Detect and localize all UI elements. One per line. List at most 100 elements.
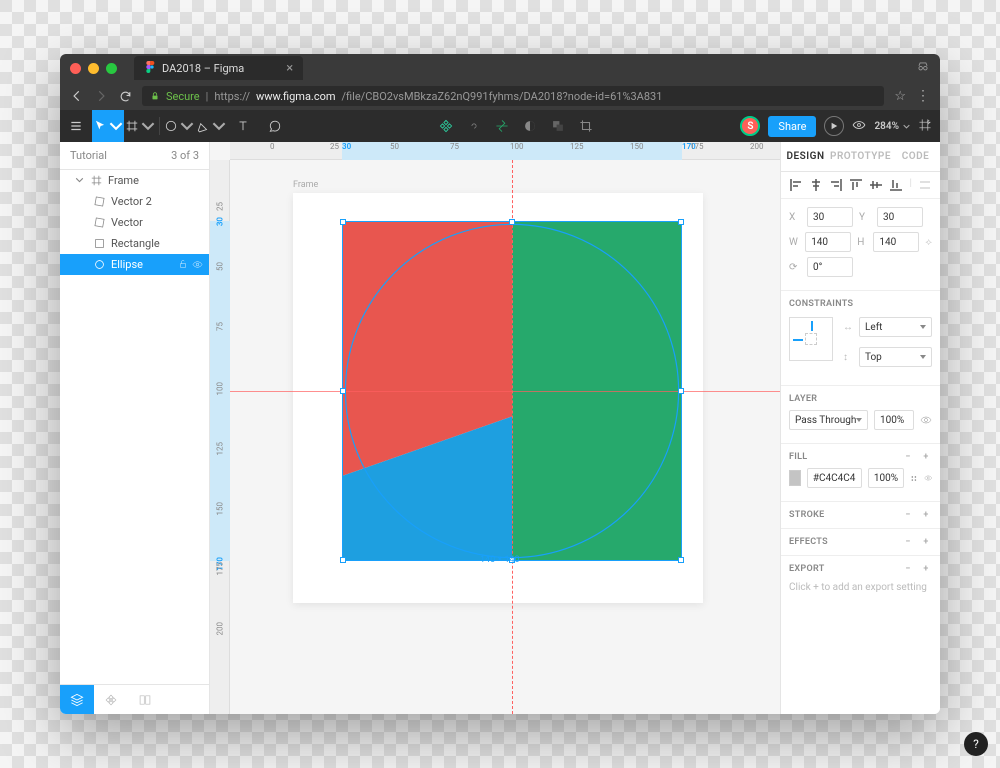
frame-label[interactable]: Frame	[293, 180, 318, 190]
layer-label: Vector 2	[111, 195, 152, 208]
user-avatar[interactable]: S	[740, 116, 760, 136]
star-icon[interactable]: ☆	[894, 89, 906, 104]
hamburger-menu-button[interactable]	[60, 110, 92, 142]
present-button[interactable]	[824, 116, 844, 136]
align-top-icon[interactable]	[849, 178, 863, 192]
export-remove-button[interactable]: −	[902, 564, 914, 574]
canvas[interactable]: Frame	[230, 160, 780, 714]
move-tool-button[interactable]	[92, 110, 124, 142]
y-input[interactable]	[877, 207, 923, 227]
fill-hex-input[interactable]	[807, 468, 862, 488]
page-title: Tutorial	[70, 149, 107, 162]
page-count[interactable]: 3 of 3	[171, 149, 199, 162]
constrain-proportions-icon[interactable]: ⟡	[925, 237, 932, 248]
layer-row-vector2[interactable]: Vector 2	[60, 191, 209, 212]
export-add-button[interactable]: +	[920, 564, 932, 574]
distribute-icon[interactable]	[918, 178, 932, 192]
constraints-title: CONSTRAINTS	[789, 299, 853, 309]
alignment-row: |	[781, 172, 940, 199]
zoom-value: 284%	[874, 121, 899, 132]
fill-opacity-input[interactable]	[868, 468, 904, 488]
assets-tab-button[interactable]	[94, 685, 128, 715]
align-icon[interactable]	[495, 119, 509, 133]
x-label: X	[789, 212, 801, 223]
layer-row-rectangle[interactable]: Rectangle	[60, 233, 209, 254]
effects-remove-button[interactable]: −	[902, 537, 914, 547]
fill-visibility-icon[interactable]	[924, 472, 932, 484]
rotation-input[interactable]	[807, 257, 853, 277]
browser-window: DA2018 – Figma × Secure | https://www.fi…	[60, 54, 940, 714]
pen-tool-button[interactable]	[195, 110, 227, 142]
effects-add-button[interactable]: +	[920, 537, 932, 547]
traffic-close-button[interactable]	[70, 63, 81, 74]
view-settings-icon[interactable]	[852, 117, 866, 136]
align-vcenter-icon[interactable]	[869, 178, 883, 192]
constraint-h-select[interactable]	[859, 317, 932, 337]
ruler-horizontal: 0 25 30 50 75 100 125 150 170 175 200	[230, 142, 780, 160]
blend-mode-select[interactable]	[789, 410, 868, 430]
tab-close-icon[interactable]: ×	[286, 61, 293, 76]
w-input[interactable]	[805, 232, 851, 252]
constraints-section: CONSTRAINTS ↔ ↕	[781, 291, 940, 386]
align-right-icon[interactable]	[829, 178, 843, 192]
unlock-icon[interactable]	[178, 259, 188, 269]
library-tab-button[interactable]	[128, 685, 162, 715]
h-input[interactable]	[873, 232, 919, 252]
boolean-icon[interactable]	[551, 119, 565, 133]
left-footer	[60, 684, 209, 714]
link-icon[interactable]	[467, 119, 481, 133]
text-tool-button[interactable]	[227, 110, 259, 142]
traffic-zoom-button[interactable]	[106, 63, 117, 74]
fill-swatch[interactable]	[789, 470, 801, 486]
frame-tool-button[interactable]	[124, 110, 156, 142]
align-hcenter-icon[interactable]	[809, 178, 823, 192]
layer-row-ellipse[interactable]: Ellipse	[60, 254, 209, 275]
shape-tool-button[interactable]	[163, 110, 195, 142]
tab-prototype[interactable]: PROTOTYPE	[830, 142, 891, 171]
pixel-grid-icon[interactable]	[918, 117, 932, 136]
fill-title: FILL	[789, 452, 807, 462]
layer-label: Frame	[108, 174, 139, 187]
tab-code[interactable]: CODE	[891, 142, 940, 171]
layer-title: LAYER	[789, 394, 817, 404]
crop-icon[interactable]	[579, 119, 593, 133]
constraint-v-select[interactable]	[859, 347, 932, 367]
traffic-minimize-button[interactable]	[88, 63, 99, 74]
layer-opacity-input[interactable]	[874, 410, 914, 430]
fill-add-button[interactable]: +	[920, 452, 932, 462]
component-icon[interactable]	[439, 119, 453, 133]
align-bottom-icon[interactable]	[889, 178, 903, 192]
nav-reload-button[interactable]	[118, 89, 132, 103]
fill-style-icon[interactable]	[910, 473, 918, 484]
ellipse-icon	[94, 259, 105, 270]
stroke-remove-button[interactable]: −	[902, 510, 914, 520]
constraints-widget[interactable]	[789, 317, 833, 361]
nav-forward-button[interactable]	[94, 89, 108, 103]
browser-tab-active[interactable]: DA2018 – Figma ×	[134, 56, 303, 80]
share-button[interactable]: Share	[768, 116, 816, 137]
comment-tool-button[interactable]	[259, 110, 291, 142]
visibility-icon[interactable]	[192, 259, 203, 270]
vector-icon	[94, 217, 105, 228]
layers-header: Tutorial 3 of 3	[60, 142, 209, 170]
figma-favicon-icon	[144, 61, 156, 76]
tab-design[interactable]: DESIGN	[781, 142, 830, 171]
fill-remove-button[interactable]: −	[902, 452, 914, 462]
zoom-control[interactable]: 284%	[874, 121, 910, 132]
stroke-add-button[interactable]: +	[920, 510, 932, 520]
layers-panel: Tutorial 3 of 3 Frame Vector 2 Vector	[60, 142, 210, 714]
align-left-icon[interactable]	[789, 178, 803, 192]
browser-menu-icon[interactable]: ⋮	[916, 88, 930, 104]
layer-visibility-icon[interactable]	[920, 414, 932, 426]
layers-tab-button[interactable]	[60, 685, 94, 715]
nav-back-button[interactable]	[70, 89, 84, 103]
browser-tab-title: DA2018 – Figma	[162, 62, 244, 75]
right-panel-tabs: DESIGN PROTOTYPE CODE	[781, 142, 940, 172]
mask-icon[interactable]	[523, 119, 537, 133]
rotation-icon: ⟳	[789, 262, 801, 273]
layer-row-frame[interactable]: Frame	[60, 170, 209, 191]
canvas-area[interactable]: 0 25 30 50 75 100 125 150 170 175 200 25…	[210, 142, 780, 714]
layer-row-vector[interactable]: Vector	[60, 212, 209, 233]
url-field[interactable]: Secure | https://www.figma.com/file/CBO2…	[142, 86, 884, 106]
x-input[interactable]	[807, 207, 853, 227]
